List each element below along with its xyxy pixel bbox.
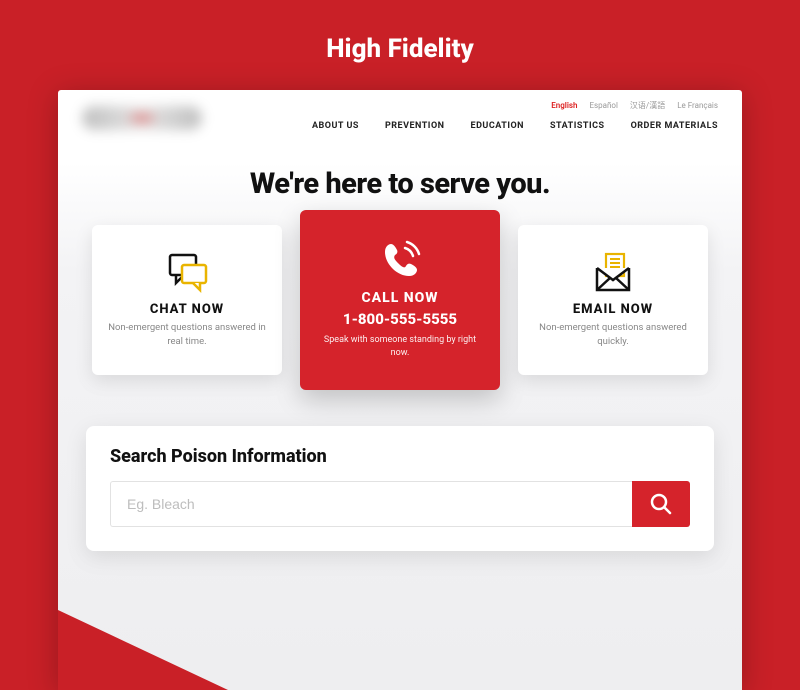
chat-sub: Non-emergent questions answered in real … [108, 321, 266, 348]
email-title: EMAIL NOW [573, 302, 653, 317]
search-heading: Search Poison Information [110, 446, 690, 467]
phone-icon [377, 240, 423, 282]
lang-english[interactable]: English [551, 101, 577, 110]
site-mockup: English Español 汉语/漢語 Le Français ABOUT … [58, 90, 742, 690]
call-title: CALL NOW [361, 290, 438, 306]
chat-card[interactable]: CHAT NOW Non-emergent questions answered… [92, 225, 282, 375]
nav-order-materials[interactable]: ORDER MATERIALS [631, 121, 718, 131]
topbar: English Español 汉语/漢語 Le Français ABOUT … [58, 90, 742, 137]
action-cards: CHAT NOW Non-emergent questions answered… [58, 225, 742, 390]
nav-statistics[interactable]: STATISTICS [550, 121, 605, 131]
hero-title: We're here to serve you. [58, 167, 742, 201]
chat-title: CHAT NOW [150, 302, 224, 317]
page-heading: High Fidelity [0, 0, 800, 90]
main-nav: ABOUT US PREVENTION EDUCATION STATISTICS… [312, 121, 718, 131]
call-card[interactable]: CALL NOW 1-800-555-5555 Speak with someo… [300, 210, 500, 390]
search-input[interactable] [110, 481, 632, 527]
lang-francais[interactable]: Le Français [677, 101, 718, 110]
lang-espanol[interactable]: Español [589, 101, 617, 110]
nav-education[interactable]: EDUCATION [471, 121, 525, 131]
email-sub: Non-emergent questions answered quickly. [534, 321, 692, 348]
call-phone: 1-800-555-5555 [343, 310, 457, 328]
search-icon [649, 492, 673, 516]
language-bar: English Español 汉语/漢語 Le Français [312, 100, 718, 111]
chat-icon [164, 252, 210, 294]
call-sub: Speak with someone standing by right now… [316, 334, 484, 359]
email-card[interactable]: EMAIL NOW Non-emergent questions answere… [518, 225, 708, 375]
email-icon [590, 252, 636, 294]
search-panel: Search Poison Information [86, 426, 714, 551]
nav-prevention[interactable]: PREVENTION [385, 121, 445, 131]
logo-blurred [82, 106, 202, 130]
decorative-triangle [58, 610, 228, 690]
nav-about-us[interactable]: ABOUT US [312, 121, 359, 131]
search-button[interactable] [632, 481, 690, 527]
lang-chinese[interactable]: 汉语/漢語 [630, 101, 665, 110]
